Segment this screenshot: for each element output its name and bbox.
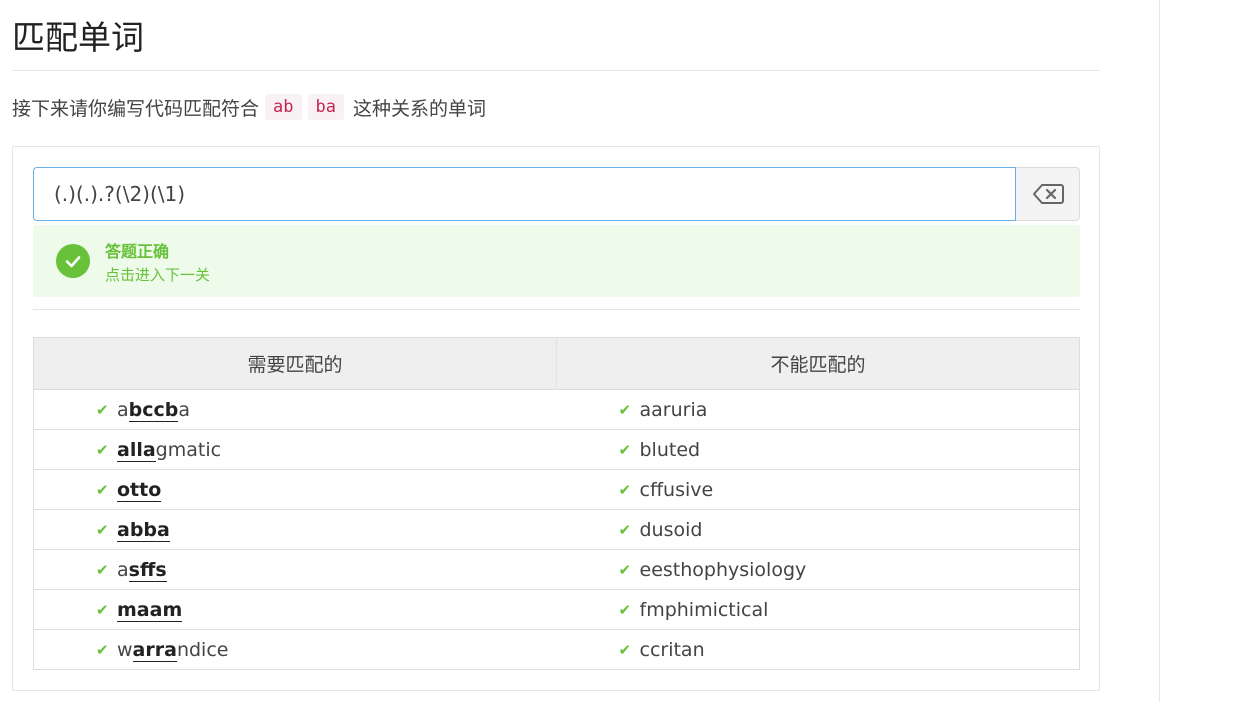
nomatch-word-cell: ✔ ccritan bbox=[556, 629, 1080, 670]
check-icon: ✔ bbox=[96, 560, 109, 579]
nomatch-word: eesthophysiology bbox=[639, 558, 807, 581]
nomatch-word: bluted bbox=[639, 438, 701, 461]
instruction-text-after: 这种关系的单词 bbox=[352, 97, 486, 120]
instruction: 接下来请你编写代码匹配符合 ab ba 这种关系的单词 bbox=[12, 90, 486, 124]
word-suffix: ndice bbox=[176, 638, 229, 661]
nomatch-word-cell: ✔ bluted bbox=[556, 429, 1080, 470]
matched-part: maam bbox=[117, 598, 183, 622]
code-ab: ab bbox=[265, 94, 302, 120]
match-word-cell: ✔ maam bbox=[33, 589, 557, 630]
match-word-cell: ✔ otto bbox=[33, 469, 557, 510]
match-word-cell: ✔ allagmatic bbox=[33, 429, 557, 470]
word-prefix: w bbox=[117, 638, 133, 661]
nomatch-word: dusoid bbox=[639, 518, 703, 541]
check-circle-icon bbox=[56, 244, 90, 278]
table-row: ✔ warrandice ✔ ccritan bbox=[33, 629, 1080, 670]
regex-input-group bbox=[33, 167, 1080, 221]
matched-part: sffs bbox=[128, 558, 167, 582]
check-icon: ✔ bbox=[618, 600, 632, 619]
check-icon: ✔ bbox=[618, 560, 632, 579]
success-message: 答题正确 点击进入下一关 bbox=[33, 225, 1080, 297]
clear-button[interactable] bbox=[1016, 167, 1080, 221]
check-icon: ✔ bbox=[96, 640, 109, 659]
check-icon: ✔ bbox=[96, 480, 109, 499]
check-icon: ✔ bbox=[96, 440, 109, 459]
check-icon: ✔ bbox=[618, 520, 632, 539]
match-word-cell: ✔ abba bbox=[33, 509, 557, 550]
nomatch-word: aaruria bbox=[639, 398, 708, 421]
match-word-cell: ✔ abccba bbox=[33, 389, 557, 430]
table-row: ✔ abccba ✔ aaruria bbox=[33, 389, 1080, 430]
word-suffix: gmatic bbox=[155, 438, 222, 461]
next-level-link[interactable]: 点击进入下一关 bbox=[105, 264, 210, 285]
table-row: ✔ allagmatic ✔ bluted bbox=[33, 429, 1080, 470]
word-suffix: a bbox=[178, 398, 191, 421]
matched-part: alla bbox=[117, 438, 156, 462]
table-row: ✔ abba ✔ dusoid bbox=[33, 509, 1080, 550]
matched-part: otto bbox=[117, 478, 162, 502]
backspace-icon bbox=[1032, 184, 1064, 204]
nomatch-word: fmphimictical bbox=[639, 598, 769, 621]
nomatch-word-cell: ✔ fmphimictical bbox=[556, 589, 1080, 630]
title-divider bbox=[12, 70, 1100, 71]
nomatch-word: ccritan bbox=[639, 638, 705, 661]
check-icon: ✔ bbox=[96, 400, 109, 419]
right-panel-divider bbox=[1159, 0, 1160, 702]
code-ba: ba bbox=[307, 94, 344, 120]
table-row: ✔ maam ✔ fmphimictical bbox=[33, 589, 1080, 630]
nomatch-word-cell: ✔ cffusive bbox=[556, 469, 1080, 510]
instruction-text-before: 接下来请你编写代码匹配符合 bbox=[12, 97, 260, 120]
check-icon: ✔ bbox=[618, 480, 632, 499]
table-body: ✔ abccba ✔ aaruria ✔ allagmatic ✔ bluted ✔ otto ✔ c… bbox=[33, 389, 1080, 670]
matched-part: arra bbox=[132, 638, 177, 662]
success-title: 答题正确 bbox=[105, 242, 170, 261]
check-icon: ✔ bbox=[96, 520, 109, 539]
page-title: 匹配单词 bbox=[12, 18, 144, 57]
check-icon: ✔ bbox=[618, 640, 632, 659]
exercise-card: 答题正确 点击进入下一关 需要匹配的 不能匹配的 ✔abccba✔aaruria… bbox=[12, 146, 1100, 691]
table-row: ✔ otto ✔ cffusive bbox=[33, 469, 1080, 510]
section-divider bbox=[33, 309, 1080, 310]
regex-input[interactable] bbox=[33, 167, 1016, 221]
header-should-not-match: 不能匹配的 bbox=[556, 337, 1080, 390]
header-should-match: 需要匹配的 bbox=[33, 337, 557, 390]
word-prefix: a bbox=[117, 398, 129, 421]
matched-part: abba bbox=[117, 518, 170, 542]
nomatch-word: cffusive bbox=[639, 478, 714, 501]
check-icon: ✔ bbox=[618, 440, 632, 459]
nomatch-word-cell: ✔ eesthophysiology bbox=[556, 549, 1080, 590]
check-icon: ✔ bbox=[96, 600, 109, 619]
match-word-cell: ✔ warrandice bbox=[33, 629, 557, 670]
match-word-cell: ✔ asffs bbox=[33, 549, 557, 590]
check-icon: ✔ bbox=[618, 400, 632, 419]
word-prefix: a bbox=[117, 558, 129, 581]
table-header-row: 需要匹配的 不能匹配的 bbox=[33, 337, 1080, 390]
nomatch-word-cell: ✔ aaruria bbox=[556, 389, 1080, 430]
table-row: ✔ asffs ✔ eesthophysiology bbox=[33, 549, 1080, 590]
words-table: 需要匹配的 不能匹配的 ✔ abccba ✔ aaruria ✔ allagmatic ✔ b… bbox=[33, 337, 1080, 670]
nomatch-word-cell: ✔ dusoid bbox=[556, 509, 1080, 550]
matched-part: bccb bbox=[128, 398, 179, 422]
